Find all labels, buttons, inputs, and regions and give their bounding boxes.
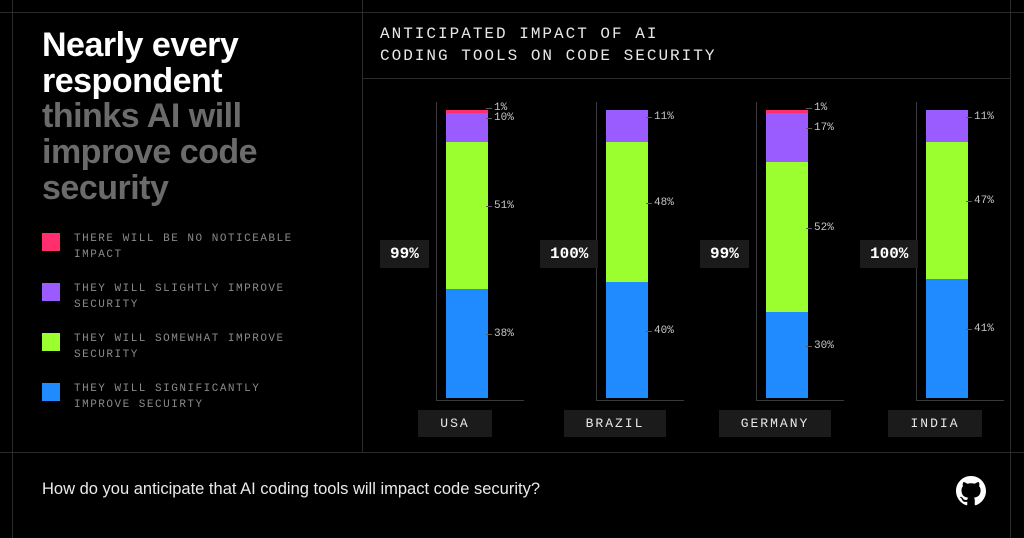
axis-line (436, 400, 524, 401)
legend: THERE WILL BE NO NOTICEABLE IMPACT THEY … (42, 232, 332, 432)
grid-line (0, 12, 1024, 13)
swatch-green (42, 333, 60, 351)
axis-line (596, 400, 684, 401)
total-badge: 99% (380, 240, 429, 268)
total-badge: 99% (700, 240, 749, 268)
value-label-slightly: 10% (494, 112, 514, 124)
value-label-somewhat: 48% (654, 197, 674, 209)
grid-line (362, 0, 363, 452)
value-label-somewhat: 47% (974, 195, 994, 207)
stacked-bar-chart: 1%10%51%38%99%11%48%40%100%1%17%52%30%99… (380, 102, 1010, 402)
headline: Nearly every respondent thinks AI will i… (42, 28, 342, 206)
segment-slightly (926, 110, 968, 142)
legend-item-slightly: THEY WILL SLIGHTLY IMPROVE SECURITY (42, 282, 332, 314)
legend-label: THEY WILL SLIGHTLY IMPROVE SECURITY (74, 282, 294, 314)
stacked-bar (606, 110, 648, 398)
value-label-no_impact: 1% (814, 102, 827, 114)
legend-label: THERE WILL BE NO NOTICEABLE IMPACT (74, 232, 294, 264)
segment-somewhat (446, 142, 488, 289)
value-label-significantly: 41% (974, 323, 994, 335)
chart-title: ANTICIPATED IMPACT OF AI CODING TOOLS ON… (380, 24, 980, 67)
headline-strong: Nearly every respondent (42, 26, 238, 100)
category-label-text: USA (418, 410, 491, 437)
legend-item-somewhat: THEY WILL SOMEWHAT IMPROVE SECURITY (42, 332, 332, 364)
value-labels: 11% 47% 41% (974, 102, 1024, 394)
value-label-slightly: 11% (974, 111, 994, 123)
category-labels: USA BRAZIL GERMANY INDIA (380, 410, 1010, 437)
segment-slightly (606, 110, 648, 142)
category-label-text: GERMANY (719, 410, 832, 437)
value-label-slightly: 11% (654, 111, 674, 123)
legend-label: THEY WILL SOMEWHAT IMPROVE SECURITY (74, 332, 294, 364)
infographic-frame: Nearly every respondent thinks AI will i… (0, 0, 1024, 538)
axis-line (756, 400, 844, 401)
axis-line (916, 400, 1004, 401)
bar-group-germany: 1% 17% 52% 30% 99% (700, 102, 850, 402)
segment-somewhat (766, 162, 808, 312)
legend-item-no-impact: THERE WILL BE NO NOTICEABLE IMPACT (42, 232, 332, 264)
bar-group-usa: 1%10%51%38%99% (380, 102, 530, 402)
swatch-blue (42, 383, 60, 401)
total-badge: 100% (860, 240, 918, 268)
segment-significantly (926, 279, 968, 398)
footer-question: How do you anticipate that AI coding too… (42, 480, 540, 499)
value-label-somewhat: 51% (494, 200, 514, 212)
value-label-significantly: 30% (814, 340, 834, 352)
category-label-germany: GERMANY (700, 410, 850, 437)
chart-title-line1: ANTICIPATED IMPACT OF AI (380, 24, 980, 46)
chart-divider (363, 78, 1010, 79)
stacked-bar (766, 110, 808, 398)
category-label-brazil: BRAZIL (540, 410, 690, 437)
category-label-usa: USA (380, 410, 530, 437)
swatch-pink (42, 233, 60, 251)
segment-slightly (766, 113, 808, 162)
value-label-significantly: 38% (494, 328, 514, 340)
segment-significantly (606, 282, 648, 398)
headline-muted: thinks AI will improve code security (42, 99, 342, 206)
axis-line (756, 102, 757, 400)
category-label-text: BRAZIL (564, 410, 667, 437)
value-label-significantly: 40% (654, 325, 674, 337)
segment-slightly (446, 113, 488, 142)
segment-significantly (766, 312, 808, 398)
legend-label: THEY WILL SIGNIFICANTLY IMPROVE SECUIRTY (74, 382, 294, 414)
axis-line (436, 102, 437, 400)
github-logo-icon (956, 476, 986, 506)
total-badge: 100% (540, 240, 598, 268)
grid-line (12, 0, 13, 538)
legend-item-significantly: THEY WILL SIGNIFICANTLY IMPROVE SECUIRTY (42, 382, 332, 414)
segment-somewhat (606, 142, 648, 282)
segment-somewhat (926, 142, 968, 279)
bar-group-brazil: 11% 48% 40% 100% (540, 102, 690, 402)
bar-group-india: 11% 47% 41% 100% (860, 102, 1010, 402)
value-label-slightly: 17% (814, 122, 834, 134)
chart-title-line2: CODING TOOLS ON CODE SECURITY (380, 46, 980, 68)
stacked-bar (926, 110, 968, 398)
swatch-purple (42, 283, 60, 301)
segment-significantly (446, 289, 488, 398)
value-label-somewhat: 52% (814, 222, 834, 234)
stacked-bar (446, 110, 488, 398)
grid-line (0, 452, 1024, 453)
category-label-text: INDIA (888, 410, 981, 437)
category-label-india: INDIA (860, 410, 1010, 437)
